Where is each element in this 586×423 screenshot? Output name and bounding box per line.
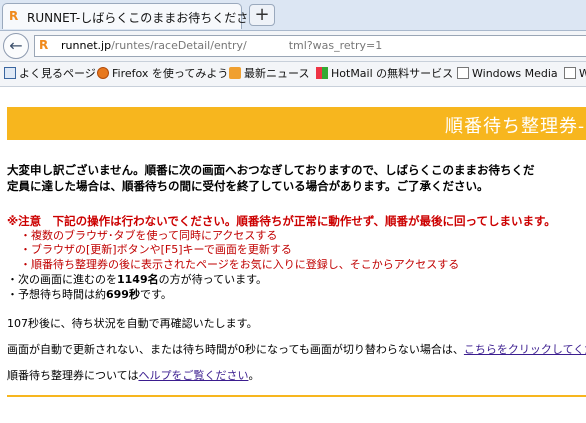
queue-count: 1149名 (117, 273, 159, 286)
site-favicon-icon: R (39, 38, 49, 52)
wait-seconds: 699秒 (106, 288, 140, 301)
bookmark-hotmail[interactable]: HotMail の無料サービス (316, 66, 453, 82)
back-button[interactable]: ← (3, 33, 29, 59)
bookmark-label: 最新ニュース (244, 67, 310, 80)
navigation-bar: ← R runnet.jp/runtes/raceDetail/entry/tm… (0, 31, 586, 62)
help-prefix: 順番待ち整理券については (7, 369, 139, 382)
tab-strip: R RUNNET-しばらくこのままお待ちください + (0, 0, 586, 31)
bookmark-frequent[interactable]: よく見るページ (4, 66, 96, 82)
bookmark-label: Firefox を使ってみよう (112, 67, 229, 80)
queue-status: ・次の画面に進むのを1149名の方が待っています。 (7, 273, 267, 287)
url-domain: runnet.jp (61, 39, 112, 52)
bookmark-news[interactable]: 最新ニュース (229, 66, 309, 82)
warning-text: ※注意 下記の操作は行わないでください。順番待ちが正常に動作せず、順番が最後に回… (7, 214, 556, 228)
warning-item: ・複数のブラウザ･タブを使って同時にアクセスする (20, 229, 278, 242)
url-text: runnet.jp/runtes/raceDetail/entry/tml?wa… (61, 39, 382, 52)
intro-line-1: 大変申し訳ございません。順番に次の画面へおつなぎしておりますので、しばらくこのま… (7, 163, 535, 177)
help-link[interactable]: ヘルプをご覧ください (138, 369, 248, 382)
wait-prefix: ・予想待ち時間は約 (7, 288, 106, 301)
page-icon (457, 67, 469, 79)
tab-title: RUNNET-しばらくこのままお待ちください (27, 11, 261, 25)
recheck-notice: 107秒後に、待ち状況を自動で再確認いたします。 (7, 317, 258, 330)
warning-item: ・ブラウザの[更新]ボタンや[F5]キーで画面を更新する (20, 243, 292, 256)
star-icon (4, 67, 16, 79)
runnet-favicon-icon: R (9, 9, 19, 23)
help-suffix: 。 (248, 369, 260, 382)
manual-text: 画面が自動で更新されない、または待ち時間が0秒になっても画面が切り替わらない場合… (7, 343, 464, 356)
bookmark-windows-media[interactable]: Windows Media (457, 66, 558, 82)
page-icon (564, 67, 576, 79)
banner-title: 順番待ち整理券- (445, 116, 586, 137)
bookmark-label: Windows Media (472, 67, 558, 80)
wait-time: ・予想待ち時間は約699秒です。 (7, 288, 172, 302)
bookmarks-toolbar: よく見るページ Firefox を使ってみよう 最新ニュース HotMail の… (0, 62, 586, 87)
queue-suffix: の方が待っています。 (158, 273, 267, 286)
bookmark-firefox[interactable]: Firefox を使ってみよう (97, 66, 228, 82)
bookmark-label: よく見るページ (19, 67, 96, 80)
manual-refresh-link[interactable]: こちらをクリックしてくだ (464, 343, 586, 356)
manual-refresh-notice: 画面が自動で更新されない、または待ち時間が0秒になっても画面が切り替わらない場合… (7, 343, 586, 357)
warning-item: ・順番待ち整理券の後に表示されたページをお気に入りに登録し、そこからアクセスする (20, 258, 460, 271)
rss-icon (229, 67, 241, 79)
url-path-prefix: /runtes/raceDetail/entry/ (111, 39, 247, 52)
windows-icon (316, 67, 328, 79)
page-banner: 順番待ち整理券- (7, 107, 586, 140)
queue-prefix: ・次の画面に進むのを (7, 273, 117, 286)
bookmark-w[interactable]: W (564, 66, 586, 82)
help-notice: 順番待ち整理券についてはヘルプをご覧ください。 (7, 369, 259, 383)
page-content: 順番待ち整理券- 大変申し訳ございません。順番に次の画面へおつなぎしておりますの… (0, 87, 586, 423)
bookmark-label: HotMail の無料サービス (331, 67, 454, 80)
new-tab-button[interactable]: + (249, 4, 275, 26)
browser-tab[interactable]: R RUNNET-しばらくこのままお待ちください (2, 3, 260, 29)
wait-suffix: です。 (139, 288, 172, 301)
firefox-icon (97, 67, 109, 79)
address-bar[interactable]: R runnet.jp/runtes/raceDetail/entry/tml?… (34, 35, 586, 57)
url-path-suffix: tml?was_retry=1 (288, 39, 383, 52)
divider (7, 395, 586, 397)
intro-line-2: 定員に達した場合は、順番待ちの間に受付を終了している場合があります。ご了承くださ… (7, 179, 489, 193)
bookmark-label: W (579, 67, 586, 80)
